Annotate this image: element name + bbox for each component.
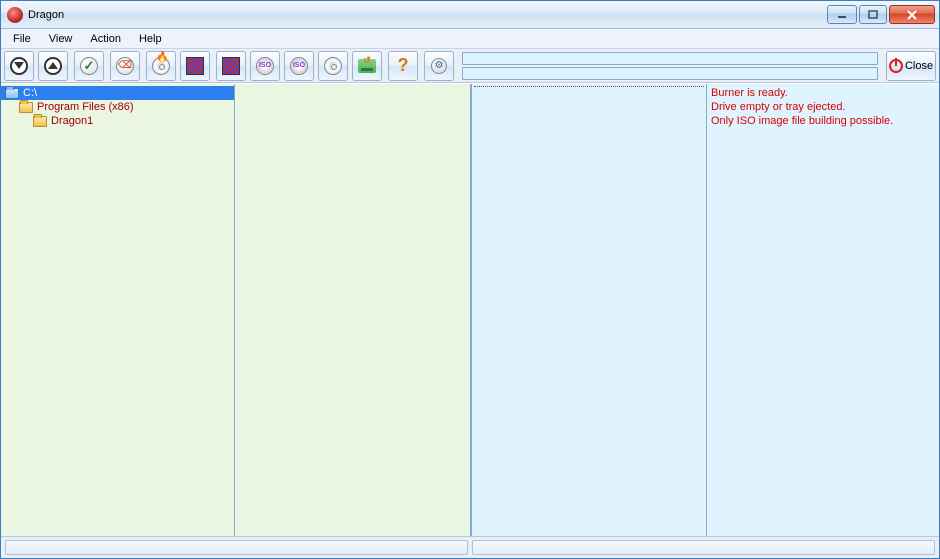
burn-button[interactable] xyxy=(146,51,176,81)
source-list-pane[interactable] xyxy=(235,84,471,536)
menu-action[interactable]: Action xyxy=(82,30,129,48)
menubar: File View Action Help xyxy=(1,29,939,49)
power-icon xyxy=(889,59,903,73)
help-button[interactable]: ? xyxy=(388,51,418,81)
check-icon xyxy=(80,57,98,75)
eject-icon xyxy=(358,59,376,73)
folder-tree-pane[interactable]: C:\Program Files (x86) Dragon1 xyxy=(1,84,235,536)
app-icon xyxy=(7,7,23,23)
iso-build-button[interactable]: ISO xyxy=(250,51,280,81)
close-app-button[interactable]: Close xyxy=(886,51,936,81)
iso-icon: ISO xyxy=(256,57,274,75)
message-line: Drive empty or tray ejected. xyxy=(711,100,935,114)
tree-row[interactable]: Dragon1 xyxy=(1,114,234,128)
burn-disc-icon xyxy=(152,57,170,75)
erase-icon xyxy=(116,57,134,75)
toolbar: ISO ISO ? ⚙ Close xyxy=(1,49,939,83)
window-buttons xyxy=(825,5,935,24)
disc-icon xyxy=(324,57,342,75)
maximize-button[interactable] xyxy=(859,5,887,24)
message-line: Burner is ready. xyxy=(711,86,935,100)
status-field-1 xyxy=(462,52,878,65)
app-window: Dragon File View Action Help ISO ISO xyxy=(0,0,940,559)
statusbar xyxy=(1,536,939,558)
up-button[interactable] xyxy=(38,51,68,81)
minimize-button[interactable] xyxy=(827,5,857,24)
verify-button[interactable] xyxy=(74,51,104,81)
folder-icon xyxy=(33,116,47,127)
down-button[interactable] xyxy=(4,51,34,81)
menu-help[interactable]: Help xyxy=(131,30,170,48)
minimize-icon xyxy=(837,10,847,20)
tree-label: C:\ xyxy=(23,87,37,99)
message-line: Only ISO image file building possible. xyxy=(711,114,935,128)
toolbar-status-fields xyxy=(462,52,878,80)
eject-button[interactable] xyxy=(352,51,382,81)
gear-icon: ⚙ xyxy=(431,58,447,74)
matrix-icon xyxy=(186,57,204,75)
status-cell-1 xyxy=(5,540,468,555)
matrix-icon-2 xyxy=(222,57,240,75)
iso-burn-button[interactable]: ISO xyxy=(284,51,314,81)
menu-view[interactable]: View xyxy=(41,30,81,48)
erase-button[interactable] xyxy=(110,51,140,81)
help-icon: ? xyxy=(394,57,412,75)
close-icon xyxy=(906,10,918,20)
disc-copy-button[interactable] xyxy=(318,51,348,81)
message-pane: Burner is ready.Drive empty or tray ejec… xyxy=(707,84,939,536)
tree-row[interactable]: C:\ xyxy=(1,86,234,100)
iso-burn-icon: ISO xyxy=(290,57,308,75)
content-area: C:\Program Files (x86) Dragon1 Burner is … xyxy=(1,83,939,536)
maximize-icon xyxy=(868,10,878,20)
tree-row[interactable]: Program Files (x86) xyxy=(1,100,234,114)
folder-icon xyxy=(19,102,33,113)
compilation-list-pane[interactable] xyxy=(471,84,707,536)
titlebar: Dragon xyxy=(1,1,939,29)
folder-icon xyxy=(5,88,19,99)
matrix-button-2[interactable] xyxy=(216,51,246,81)
tree-label: Program Files (x86) xyxy=(37,101,134,113)
arrow-up-icon xyxy=(44,57,62,75)
arrow-down-icon xyxy=(10,57,28,75)
status-field-2 xyxy=(462,67,878,80)
window-close-button[interactable] xyxy=(889,5,935,24)
tree-label: Dragon1 xyxy=(51,115,93,127)
settings-button[interactable]: ⚙ xyxy=(424,51,454,81)
window-title: Dragon xyxy=(28,9,64,21)
close-label: Close xyxy=(905,60,933,72)
menu-file[interactable]: File xyxy=(5,30,39,48)
matrix-button-1[interactable] xyxy=(180,51,210,81)
status-cell-2 xyxy=(472,540,935,555)
